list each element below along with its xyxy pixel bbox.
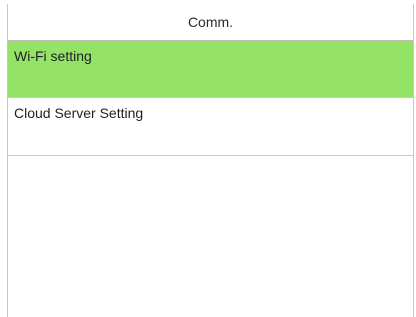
- device-screen: Comm. Wi-Fi setting Cloud Server Setting: [7, 4, 414, 317]
- menu-item-label: Cloud Server Setting: [14, 105, 144, 121]
- communication-menu: Wi-Fi setting Cloud Server Setting: [8, 41, 413, 156]
- menu-item-cloud-server-setting[interactable]: Cloud Server Setting: [8, 98, 413, 156]
- page-title: Comm.: [187, 14, 234, 30]
- menu-item-wifi-setting[interactable]: Wi-Fi setting: [8, 41, 413, 98]
- menu-item-label: Wi-Fi setting: [14, 48, 92, 64]
- page-header: Comm.: [8, 4, 413, 41]
